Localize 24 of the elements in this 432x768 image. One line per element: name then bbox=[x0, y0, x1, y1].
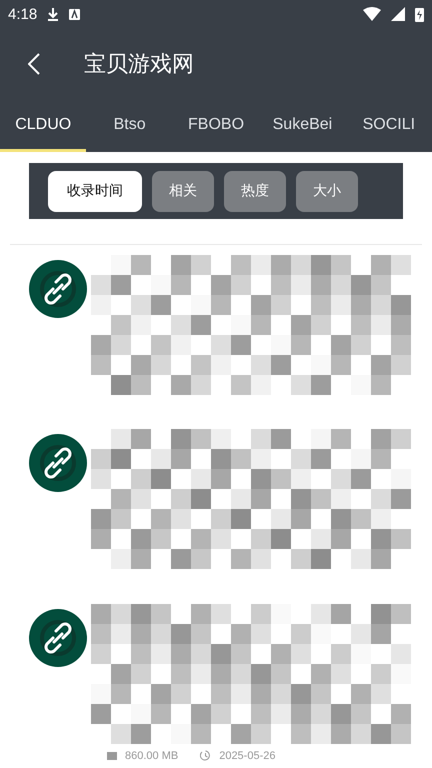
notification-icon bbox=[69, 8, 80, 20]
date-text: 2025-05-26 bbox=[219, 750, 276, 762]
sort-chip[interactable]: 收录时间 bbox=[48, 170, 142, 212]
clock-icon bbox=[200, 750, 212, 762]
chevron-left-icon bbox=[28, 53, 40, 75]
tab[interactable]: SukeBei bbox=[259, 100, 346, 152]
link-icon bbox=[29, 608, 87, 667]
tab[interactable]: SOCILI bbox=[346, 100, 432, 152]
link-icon bbox=[29, 260, 87, 318]
link-icon bbox=[29, 434, 87, 492]
tab[interactable]: FBOBO bbox=[172, 100, 260, 152]
sort-chip[interactable]: 热度 bbox=[224, 170, 286, 212]
page-title: 宝贝游戏网 bbox=[84, 51, 194, 79]
wifi-icon bbox=[363, 7, 381, 21]
folder-icon bbox=[107, 752, 117, 760]
battery-icon bbox=[415, 6, 424, 22]
file-size: 860.00 MB bbox=[125, 750, 178, 762]
tab[interactable]: Btso bbox=[86, 100, 173, 152]
sort-chip[interactable]: 大小 bbox=[296, 170, 358, 212]
status-time: 4:18 bbox=[8, 6, 38, 22]
tab[interactable]: CLDUO bbox=[0, 100, 86, 152]
download-icon bbox=[47, 7, 60, 21]
sort-chip[interactable]: 相关 bbox=[152, 170, 214, 212]
signal-icon bbox=[391, 7, 405, 21]
